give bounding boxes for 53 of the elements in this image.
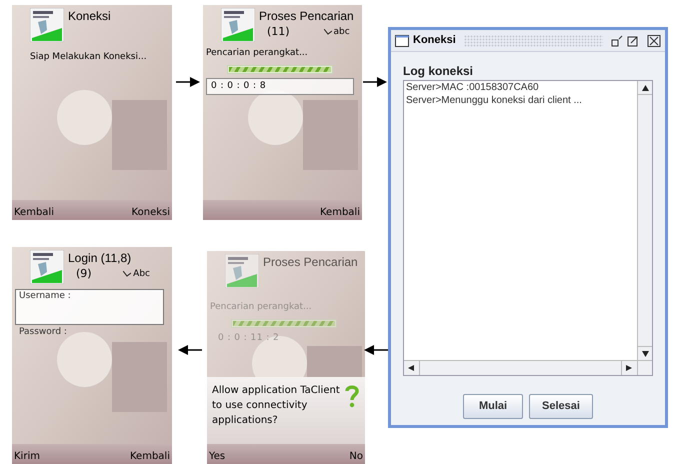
background-shape: [112, 342, 167, 412]
timer-field: 0 : 0 : 0 : 8: [206, 78, 354, 95]
scroll-right-icon[interactable]: [626, 365, 633, 371]
scroll-down-icon[interactable]: [642, 350, 648, 356]
status-text: Pencarian perangkat...: [206, 47, 309, 60]
count-label: (9): [75, 266, 92, 282]
dialog-button[interactable]: Mulai: [463, 394, 524, 419]
close-icon[interactable]: [647, 34, 661, 46]
log-line: Server>Menunggu koneksi dari client ...: [406, 94, 583, 107]
screen-title: Koneksi: [68, 8, 112, 24]
softkey-left[interactable]: Yes: [209, 449, 226, 464]
scroll-up-icon[interactable]: [642, 84, 648, 90]
horizontal-scrollbar[interactable]: [404, 361, 637, 375]
form-field[interactable]: Username :: [15, 289, 164, 325]
form-field[interactable]: Password :: [15, 325, 164, 361]
screen-title: Login (11,8): [68, 250, 132, 266]
softkey-right[interactable]: No: [349, 449, 363, 464]
field-label: Username :: [19, 290, 72, 303]
window-title: Koneksi: [413, 33, 456, 48]
maximize-icon[interactable]: [627, 34, 639, 46]
input-mode-label: Abc: [133, 268, 150, 280]
status-text: Siap Melakukan Koneksi...: [29, 51, 148, 64]
app-logo-icon: [221, 8, 255, 42]
softkey-left[interactable]: Kirim: [14, 449, 40, 464]
vertical-scrollbar[interactable]: [637, 81, 652, 360]
timer-text: 0 : 0 : 11 : 2: [217, 332, 280, 344]
app-logo-icon: [30, 250, 64, 284]
dialog-button[interactable]: Selesai: [529, 394, 593, 419]
arrow-icon: [176, 77, 200, 87]
arrow-icon: [363, 77, 387, 87]
app-logo-icon: [225, 254, 259, 288]
arrow-icon: [364, 345, 388, 355]
arrow-icon: [178, 345, 202, 355]
minimize-icon[interactable]: [611, 34, 623, 46]
log-line: Server>MAC :00158307CA60: [406, 81, 540, 94]
screen-title: Proses Pencarian: [263, 254, 358, 270]
softkey-right[interactable]: Kembali: [320, 205, 360, 220]
field-label: Password :: [19, 326, 68, 339]
log-label: Log koneksi: [403, 63, 474, 80]
softkey-right[interactable]: Koneksi: [132, 205, 170, 220]
background-shape: [112, 100, 167, 170]
question-mark-icon: [344, 385, 360, 409]
input-mode-label: abc: [334, 26, 350, 38]
softkey-left[interactable]: Kembali: [14, 205, 54, 220]
status-text: Pencarian perangkat...: [210, 301, 313, 314]
scroll-left-icon[interactable]: [408, 365, 415, 371]
window-icon: [395, 34, 409, 46]
count-label: (11): [266, 24, 290, 40]
softkey-right[interactable]: Kembali: [130, 449, 170, 464]
screen-title: Proses Pencarian: [259, 8, 354, 24]
app-logo-icon: [30, 8, 64, 42]
background-shape: [303, 100, 358, 170]
dialog-message: Allow application TaClient to use connectivity applications?: [212, 384, 341, 428]
